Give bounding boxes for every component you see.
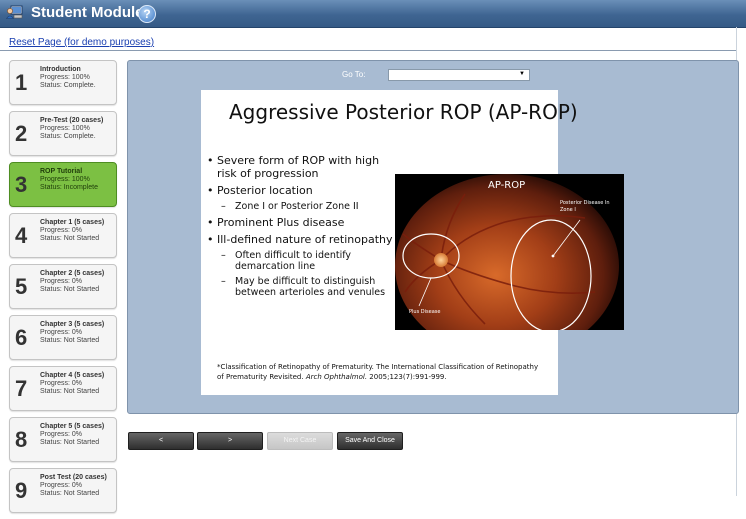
step-number: 9 bbox=[15, 478, 28, 503]
step-status: Status: Not Started bbox=[40, 337, 100, 344]
sidebar-item-1[interactable]: 1 Introduction Progress: 100% Status: Compl… bbox=[9, 60, 117, 105]
step-progress: Progress: 0% bbox=[40, 431, 83, 438]
step-name: Chapter 3 (5 cases) bbox=[40, 321, 105, 328]
step-name: Chapter 5 (5 cases) bbox=[40, 423, 105, 430]
step-number: 3 bbox=[15, 172, 28, 197]
save-and-close-button[interactable]: Save And Close bbox=[337, 432, 403, 450]
image-label-plus: Plus Disease bbox=[409, 309, 441, 315]
fundus-image-graphic bbox=[395, 174, 624, 330]
bullet-item: Posterior location bbox=[207, 184, 395, 197]
step-number: 5 bbox=[15, 274, 28, 299]
bullet-item: Ill-defined nature of retinopathy bbox=[207, 233, 395, 246]
slide-footnote: *Classification of Retinopathy of Premat… bbox=[217, 362, 547, 382]
step-number: 2 bbox=[15, 121, 28, 146]
step-name: ROP Tutorial bbox=[40, 168, 83, 175]
step-status: Status: Not Started bbox=[40, 439, 100, 446]
goto-select[interactable]: ▼ bbox=[388, 69, 530, 81]
step-details: Chapter 5 (5 cases) Progress: 0% Status: N… bbox=[40, 423, 114, 447]
sidebar-item-3[interactable]: 3 ROP Tutorial Progress: 100% Status: Incom… bbox=[9, 162, 117, 207]
footnote-citation: 2005;123(7):991-999. bbox=[367, 373, 447, 381]
sidebar-item-8[interactable]: 8 Chapter 5 (5 cases) Progress: 0% Status: … bbox=[9, 417, 117, 462]
sidebar-item-5[interactable]: 5 Chapter 2 (5 cases) Progress: 0% Status: … bbox=[9, 264, 117, 309]
fundus-photo: AP-ROP Posterior Disease In Zone I Plus … bbox=[395, 174, 624, 330]
sub-bullet-item: May be difficult to distinguish between … bbox=[207, 276, 395, 298]
step-number: 7 bbox=[15, 376, 28, 401]
step-status: Status: Complete. bbox=[40, 133, 96, 140]
student-computer-icon bbox=[6, 5, 23, 19]
module-sidebar: 1 Introduction Progress: 100% Status: Compl… bbox=[9, 60, 117, 519]
step-progress: Progress: 0% bbox=[40, 380, 83, 387]
step-progress: Progress: 0% bbox=[40, 227, 83, 234]
title-bar: Student Module ? bbox=[0, 0, 746, 28]
divider bbox=[0, 50, 736, 51]
step-details: Pre-Test (20 cases) Progress: 100% Status:… bbox=[40, 117, 114, 141]
step-number: 8 bbox=[15, 427, 28, 452]
step-name: Chapter 1 (5 cases) bbox=[40, 219, 105, 226]
step-number: 1 bbox=[15, 70, 28, 95]
sidebar-item-4[interactable]: 4 Chapter 1 (5 cases) Progress: 0% Status: … bbox=[9, 213, 117, 258]
help-icon[interactable]: ? bbox=[138, 5, 156, 23]
sub-bullet-item: Zone I or Posterior Zone II bbox=[207, 201, 395, 212]
step-progress: Progress: 0% bbox=[40, 329, 83, 336]
step-progress: Progress: 100% bbox=[40, 125, 90, 132]
step-progress: Progress: 100% bbox=[40, 176, 90, 183]
reset-page-link[interactable]: Reset Page (for demo purposes) bbox=[9, 37, 154, 48]
step-details: ROP Tutorial Progress: 100% Status: Incomp… bbox=[40, 168, 114, 192]
step-progress: Progress: 100% bbox=[40, 74, 90, 81]
step-status: Status: Not Started bbox=[40, 388, 100, 395]
step-status: Status: Not Started bbox=[40, 490, 100, 497]
footnote-journal: Arch Ophthalmol. bbox=[305, 373, 368, 381]
step-number: 4 bbox=[15, 223, 28, 248]
step-progress: Progress: 0% bbox=[40, 482, 83, 489]
previous-button[interactable]: < bbox=[128, 432, 194, 450]
step-name: Pre-Test (20 cases) bbox=[40, 117, 104, 124]
goto-label: Go To: bbox=[342, 70, 366, 79]
bullet-item: Prominent Plus disease bbox=[207, 216, 395, 229]
slide-title: Aggressive Posterior ROP (AP-ROP) bbox=[229, 100, 578, 124]
step-status: Status: Incomplete bbox=[40, 184, 98, 191]
step-status: Status: Not Started bbox=[40, 286, 100, 293]
step-name: Post Test (20 cases) bbox=[40, 474, 107, 481]
dropdown-arrow-icon: ▼ bbox=[519, 71, 525, 77]
image-label-posterior: Posterior Disease In Zone I bbox=[560, 200, 610, 213]
bullet-item: Severe form of ROP with high risk of pro… bbox=[207, 154, 395, 180]
slide-stage: Go To: ▼ Aggressive Posterior ROP (AP-RO… bbox=[127, 60, 739, 414]
step-details: Post Test (20 cases) Progress: 0% Status: … bbox=[40, 474, 114, 498]
step-details: Chapter 1 (5 cases) Progress: 0% Status: N… bbox=[40, 219, 114, 243]
next-case-button[interactable]: Next Case bbox=[267, 432, 333, 450]
sidebar-item-2[interactable]: 2 Pre-Test (20 cases) Progress: 100% Status… bbox=[9, 111, 117, 156]
step-number: 6 bbox=[15, 325, 28, 350]
tutorial-slide: Aggressive Posterior ROP (AP-ROP) Severe… bbox=[201, 90, 624, 395]
step-details: Introduction Progress: 100% Status: Comple… bbox=[40, 66, 114, 90]
sub-bullet-item: Often difficult to identify demarcation … bbox=[207, 250, 395, 272]
next-button[interactable]: > bbox=[197, 432, 263, 450]
step-status: Status: Complete. bbox=[40, 82, 96, 89]
sidebar-item-6[interactable]: 6 Chapter 3 (5 cases) Progress: 0% Status: … bbox=[9, 315, 117, 360]
step-name: Introduction bbox=[40, 66, 81, 73]
step-details: Chapter 2 (5 cases) Progress: 0% Status: N… bbox=[40, 270, 114, 294]
slide-bullet-list: Severe form of ROP with high risk of pro… bbox=[207, 154, 395, 302]
image-caption: AP-ROP bbox=[488, 180, 526, 191]
step-status: Status: Not Started bbox=[40, 235, 100, 242]
step-details: Chapter 4 (5 cases) Progress: 0% Status: N… bbox=[40, 372, 114, 396]
step-name: Chapter 2 (5 cases) bbox=[40, 270, 105, 277]
step-name: Chapter 4 (5 cases) bbox=[40, 372, 105, 379]
step-progress: Progress: 0% bbox=[40, 278, 83, 285]
sidebar-item-7[interactable]: 7 Chapter 4 (5 cases) Progress: 0% Status: … bbox=[9, 366, 117, 411]
sidebar-item-9[interactable]: 9 Post Test (20 cases) Progress: 0% Status:… bbox=[9, 468, 117, 513]
step-details: Chapter 3 (5 cases) Progress: 0% Status: N… bbox=[40, 321, 114, 345]
app-title: Student Module bbox=[31, 4, 144, 21]
